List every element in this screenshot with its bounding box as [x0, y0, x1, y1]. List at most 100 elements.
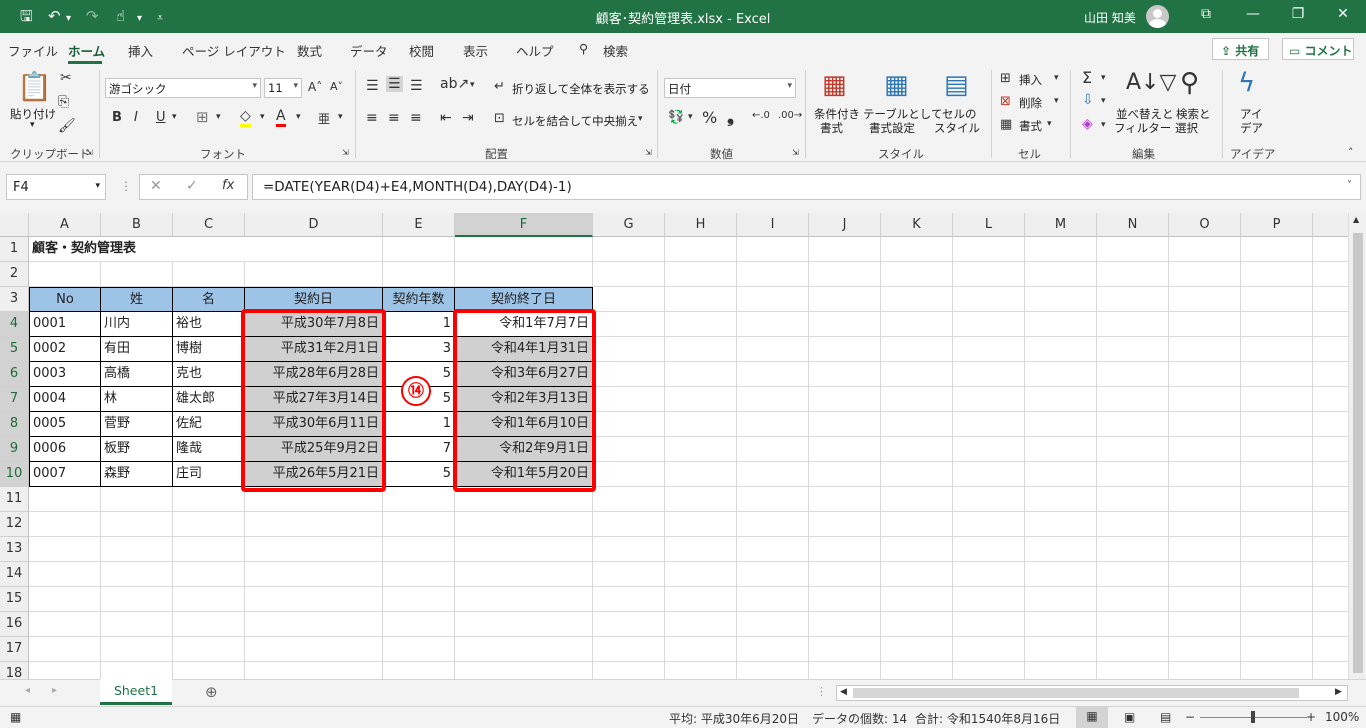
font-size-select[interactable]: 11 ▾	[264, 78, 302, 98]
empty-cell[interactable]	[809, 462, 881, 487]
empty-cell[interactable]	[665, 562, 737, 587]
empty-cell[interactable]	[245, 237, 383, 262]
row-header[interactable]: 16	[0, 612, 29, 637]
table-cell[interactable]: 裕也	[173, 312, 245, 337]
sheet-tab-sheet1[interactable]: Sheet1	[100, 679, 172, 705]
table-cell[interactable]: 7	[383, 437, 455, 462]
empty-cell[interactable]	[809, 412, 881, 437]
align-bottom-icon[interactable]: ☰	[410, 78, 423, 94]
empty-cell[interactable]	[101, 562, 173, 587]
scroll-right-icon[interactable]: ▶	[1335, 687, 1342, 697]
page-layout-view-icon[interactable]: ▣	[1124, 710, 1135, 724]
empty-cell[interactable]	[173, 637, 245, 662]
column-header[interactable]: D	[245, 213, 383, 237]
empty-cell[interactable]	[1025, 612, 1097, 637]
empty-cell[interactable]	[1025, 587, 1097, 612]
empty-cell[interactable]	[1241, 337, 1313, 362]
empty-cell[interactable]	[809, 387, 881, 412]
empty-cell[interactable]	[245, 587, 383, 612]
header-cell[interactable]: 名	[173, 287, 245, 312]
empty-cell[interactable]	[1169, 262, 1241, 287]
empty-cell[interactable]	[665, 487, 737, 512]
empty-cell[interactable]	[809, 437, 881, 462]
empty-cell[interactable]	[455, 512, 593, 537]
empty-cell[interactable]	[665, 437, 737, 462]
cancel-icon[interactable]: ✕	[150, 178, 162, 194]
row-header[interactable]: 3	[0, 287, 29, 312]
empty-cell[interactable]	[1313, 237, 1353, 262]
empty-cell[interactable]	[665, 262, 737, 287]
empty-cell[interactable]	[173, 612, 245, 637]
column-header[interactable]: I	[737, 213, 809, 237]
empty-cell[interactable]	[737, 662, 809, 679]
table-cell[interactable]: 1	[383, 412, 455, 437]
table-cell[interactable]: 川内	[101, 312, 173, 337]
empty-cell[interactable]	[881, 312, 953, 337]
column-header[interactable]: A	[29, 213, 101, 237]
scroll-left-icon[interactable]: ◀	[840, 687, 847, 697]
fill-dropdown-icon[interactable]: ▾	[1101, 96, 1106, 106]
font-color-icon[interactable]: A	[276, 108, 286, 127]
empty-cell[interactable]	[1097, 637, 1169, 662]
table-cell[interactable]: 0001	[29, 312, 101, 337]
empty-cell[interactable]	[1313, 337, 1353, 362]
row-header[interactable]: 14	[0, 562, 29, 587]
empty-cell[interactable]	[1313, 612, 1353, 637]
format-as-table-icon[interactable]: ▦	[884, 70, 909, 100]
empty-cell[interactable]	[953, 487, 1025, 512]
empty-cell[interactable]	[1313, 287, 1353, 312]
empty-cell[interactable]	[1241, 562, 1313, 587]
empty-cell[interactable]	[1169, 637, 1241, 662]
insert-function-icon[interactable]: fx	[222, 178, 234, 193]
next-sheet-icon[interactable]: ▸	[52, 685, 57, 696]
empty-cell[interactable]	[737, 412, 809, 437]
tab-home[interactable]: ホーム	[68, 41, 105, 60]
paste-dropdown-icon[interactable]: ▾	[30, 120, 35, 130]
empty-cell[interactable]	[881, 412, 953, 437]
empty-cell[interactable]	[881, 362, 953, 387]
empty-cell[interactable]	[953, 237, 1025, 262]
empty-cell[interactable]	[809, 537, 881, 562]
empty-cell[interactable]	[1241, 287, 1313, 312]
name-box[interactable]: F4 ▾	[6, 174, 106, 200]
empty-cell[interactable]	[1025, 337, 1097, 362]
bold-icon[interactable]: B	[112, 110, 122, 125]
number-format-select[interactable]: 日付 ▾	[664, 78, 796, 98]
empty-cell[interactable]	[1025, 237, 1097, 262]
wrap-text-button[interactable]: 折り返して全体を表示する	[512, 81, 650, 97]
empty-cell[interactable]	[1025, 562, 1097, 587]
empty-cell[interactable]	[809, 362, 881, 387]
empty-cell[interactable]	[101, 662, 173, 679]
empty-cell[interactable]	[809, 337, 881, 362]
clear-dropdown-icon[interactable]: ▾	[1101, 120, 1106, 130]
number-launcher-icon[interactable]: ⇲	[792, 148, 799, 157]
empty-cell[interactable]	[1313, 537, 1353, 562]
empty-cell[interactable]	[1169, 412, 1241, 437]
empty-cell[interactable]	[1169, 537, 1241, 562]
empty-cell[interactable]	[881, 612, 953, 637]
table-cell[interactable]: 3	[383, 337, 455, 362]
column-header[interactable]: E	[383, 213, 455, 237]
row-header[interactable]: 15	[0, 587, 29, 612]
clear-icon[interactable]: ◈	[1082, 116, 1093, 132]
empty-cell[interactable]	[173, 587, 245, 612]
empty-cell[interactable]	[953, 612, 1025, 637]
empty-cell[interactable]	[101, 512, 173, 537]
horizontal-scrollbar[interactable]: ◀	[836, 685, 1348, 701]
empty-cell[interactable]	[1169, 362, 1241, 387]
table-cell[interactable]: 佐紀	[173, 412, 245, 437]
currency-dropdown-icon[interactable]: ▾	[688, 112, 693, 122]
header-cell[interactable]: 契約年数	[383, 287, 455, 312]
empty-cell[interactable]	[1097, 587, 1169, 612]
format-cells-icon[interactable]: ▦	[1000, 117, 1012, 132]
column-header[interactable]: O	[1169, 213, 1241, 237]
empty-cell[interactable]	[1241, 312, 1313, 337]
insert-cells-button[interactable]: 挿入	[1019, 72, 1042, 88]
empty-cell[interactable]	[383, 487, 455, 512]
empty-cell[interactable]	[593, 337, 665, 362]
font-name-select[interactable]: 游ゴシック ▾	[105, 78, 261, 98]
empty-cell[interactable]	[665, 637, 737, 662]
row-header[interactable]: 7	[0, 387, 29, 412]
conditional-format-icon[interactable]: ▦	[822, 70, 847, 100]
row-header[interactable]: 17	[0, 637, 29, 662]
